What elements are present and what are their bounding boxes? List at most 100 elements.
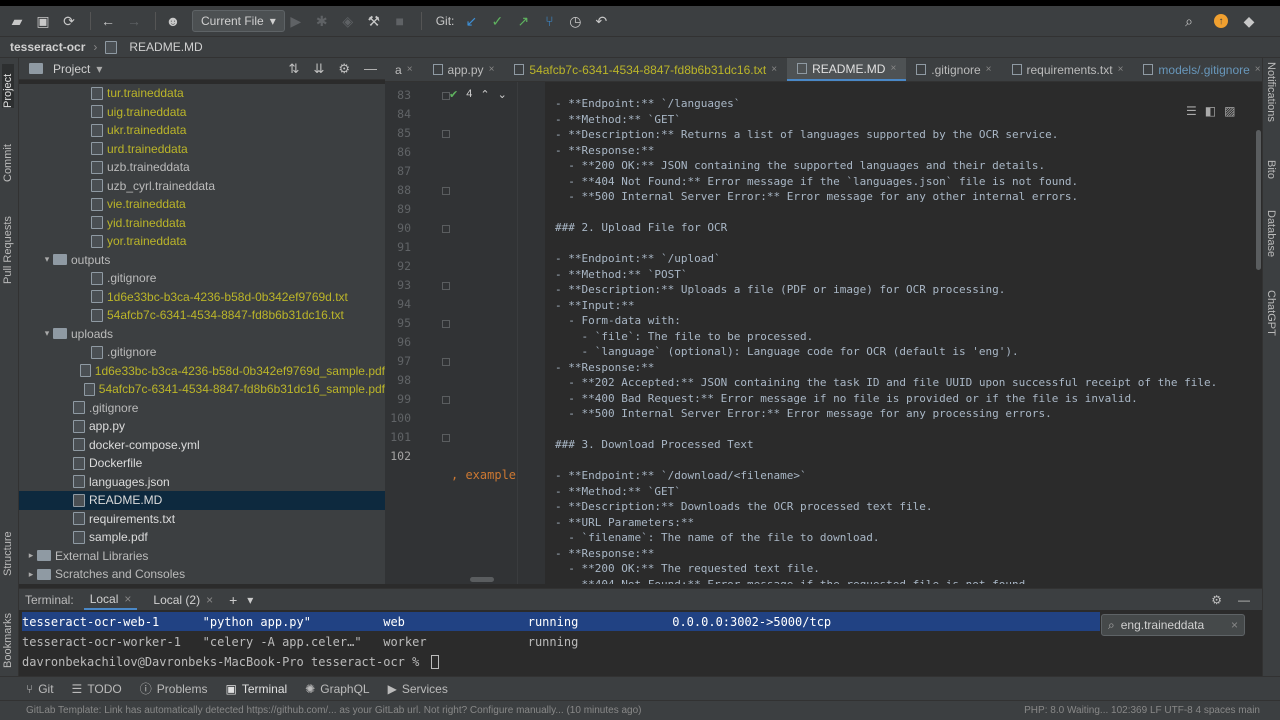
- editor-tab[interactable]: README.MD ×: [787, 58, 907, 81]
- tree-item[interactable]: 1d6e33bc-b3ca-4236-b58d-0b342ef9769d.txt: [19, 288, 385, 307]
- inspection-widget[interactable]: ✔ 4 ⌃ ⌄: [449, 88, 507, 101]
- terminal-output[interactable]: tesseract-ocr-web-1 "python app.py" web …: [19, 610, 1262, 676]
- close-icon[interactable]: ×: [206, 593, 213, 607]
- forward-arrow-icon[interactable]: →: [123, 10, 145, 32]
- close-icon[interactable]: ×: [1255, 64, 1261, 75]
- close-icon[interactable]: ×: [489, 64, 495, 75]
- status-message[interactable]: GitLab Template: Link has automatically …: [26, 705, 642, 716]
- editor-tab[interactable]: requirements.txt ×: [1002, 58, 1134, 81]
- tool-graphql[interactable]: ✺ GraphQL: [305, 682, 369, 696]
- vertical-scrollbar[interactable]: [1256, 130, 1261, 270]
- tool-todo[interactable]: ☰ TODO: [72, 682, 122, 696]
- open-folder-icon[interactable]: ▰: [6, 10, 28, 32]
- tree-item[interactable]: 1d6e33bc-b3ca-4236-b58d-0b342ef9769d_sam…: [19, 362, 385, 381]
- close-icon[interactable]: ×: [407, 64, 413, 75]
- tree-item[interactable]: .gitignore: [19, 269, 385, 288]
- chevron-right-icon[interactable]: ▸: [25, 569, 37, 580]
- save-all-icon[interactable]: ▣: [32, 10, 54, 32]
- fold-marker-icon[interactable]: [442, 320, 450, 328]
- tool-tab-notifications[interactable]: Notifications: [1265, 62, 1277, 142]
- fold-marker-icon[interactable]: [442, 434, 450, 442]
- tool-tab-chatgpt[interactable]: ChatGPT: [1265, 290, 1277, 350]
- tree-item[interactable]: sample.pdf: [19, 528, 385, 547]
- tool-terminal[interactable]: ▣ Terminal: [225, 682, 287, 696]
- tool-git[interactable]: ⑂ Git: [26, 682, 54, 696]
- tool-tab-pull-requests[interactable]: Pull Requests: [2, 204, 14, 284]
- editor-only-icon[interactable]: ☰: [1186, 104, 1197, 118]
- tree-item[interactable]: uzb_cyrl.traineddata: [19, 177, 385, 196]
- tree-item[interactable]: .gitignore: [19, 343, 385, 362]
- tree-item[interactable]: README.MD: [19, 491, 385, 510]
- terminal-search-field[interactable]: ⌕ eng.traineddata ×: [1101, 614, 1245, 636]
- search-icon[interactable]: ⌕: [1178, 10, 1200, 32]
- tree-folder[interactable]: ▾ uploads: [19, 325, 385, 344]
- breadcrumb-project[interactable]: tesseract-ocr: [10, 40, 85, 54]
- chevron-down-icon[interactable]: ▾: [96, 62, 102, 76]
- rollback-icon[interactable]: ↶: [590, 10, 612, 32]
- tree-item[interactable]: app.py: [19, 417, 385, 436]
- history-icon[interactable]: ◷: [564, 10, 586, 32]
- chevron-down-icon[interactable]: ▾: [247, 593, 253, 607]
- run-icon[interactable]: ▶: [285, 10, 307, 32]
- split-view-icon[interactable]: ◧: [1205, 104, 1216, 118]
- git-branch-icon[interactable]: ⑂: [538, 10, 560, 32]
- close-icon[interactable]: ×: [890, 63, 896, 74]
- tree-item[interactable]: ▸ External Libraries: [19, 547, 385, 566]
- chevron-up-icon[interactable]: ⌃: [480, 88, 489, 101]
- tree-item[interactable]: docker-compose.yml: [19, 436, 385, 455]
- horizontal-scrollbar[interactable]: [470, 577, 494, 582]
- tree-item[interactable]: tur.traineddata: [19, 84, 385, 103]
- git-push-icon[interactable]: ↗: [512, 10, 534, 32]
- tool-tab-bookmarks[interactable]: Bookmarks: [2, 598, 14, 668]
- hide-icon[interactable]: —: [364, 61, 377, 77]
- build-icon[interactable]: ⚒: [363, 10, 385, 32]
- close-icon[interactable]: ×: [124, 592, 131, 606]
- fold-marker-icon[interactable]: [442, 187, 450, 195]
- collapse-all-icon[interactable]: ⇊: [313, 61, 324, 77]
- editor-tab[interactable]: app.py ×: [423, 58, 505, 81]
- expand-all-icon[interactable]: ⇅: [289, 61, 300, 77]
- gear-icon[interactable]: ⚙: [338, 61, 350, 77]
- tool-tab-bito[interactable]: Bito: [1265, 160, 1277, 196]
- tree-folder[interactable]: ▾ outputs: [19, 251, 385, 270]
- tree-item[interactable]: requirements.txt: [19, 510, 385, 529]
- editor-tab[interactable]: models/.gitignore ×: [1133, 58, 1262, 81]
- close-icon[interactable]: ×: [771, 64, 777, 75]
- ide-logo-icon[interactable]: ◆: [1238, 10, 1260, 32]
- tree-item[interactable]: Dockerfile: [19, 454, 385, 473]
- tool-problems[interactable]: ⓘ Problems: [140, 680, 208, 697]
- tool-tab-project[interactable]: Project: [2, 64, 14, 108]
- hide-icon[interactable]: —: [1238, 593, 1250, 607]
- stop-icon[interactable]: ■: [389, 10, 411, 32]
- preview-only-icon[interactable]: ▨: [1224, 104, 1235, 118]
- tree-item[interactable]: urd.traineddata: [19, 140, 385, 159]
- tree-item[interactable]: uzb.traineddata: [19, 158, 385, 177]
- close-icon[interactable]: ×: [986, 64, 992, 75]
- tree-item[interactable]: uig.traineddata: [19, 103, 385, 122]
- update-badge-icon[interactable]: ↑: [1214, 14, 1228, 28]
- tree-item[interactable]: .gitignore: [19, 399, 385, 418]
- status-right[interactable]: PHP: 8.0 Waiting... 102:369 LF UTF-8 4 s…: [1024, 705, 1280, 716]
- chevron-right-icon[interactable]: ▸: [25, 550, 37, 561]
- tree-item[interactable]: yor.traineddata: [19, 232, 385, 251]
- fold-marker-icon[interactable]: [442, 396, 450, 404]
- git-commit-icon[interactable]: ✓: [486, 10, 508, 32]
- coverage-icon[interactable]: ◈: [337, 10, 359, 32]
- terminal-prompt-line[interactable]: davronbekachilov@Davronbeks-MacBook-Pro …: [22, 652, 1102, 671]
- user-icon[interactable]: ☻: [162, 10, 184, 32]
- terminal-tab-local-2[interactable]: Local (2) ×: [147, 591, 219, 609]
- chevron-down-icon[interactable]: ⌄: [498, 88, 507, 101]
- gear-icon[interactable]: ⚙: [1211, 593, 1222, 607]
- project-panel-title[interactable]: Project: [53, 62, 90, 76]
- tree-item[interactable]: ukr.traineddata: [19, 121, 385, 140]
- add-icon[interactable]: +: [229, 592, 237, 608]
- editor-tab[interactable]: .gitignore ×: [906, 58, 1001, 81]
- close-icon[interactable]: ×: [1231, 618, 1238, 632]
- tool-services[interactable]: ▶ Services: [388, 682, 448, 696]
- tool-tab-commit[interactable]: Commit: [2, 132, 14, 182]
- chevron-down-icon[interactable]: ▾: [41, 328, 53, 339]
- debug-icon[interactable]: ✱: [311, 10, 333, 32]
- editor-tab[interactable]: a ×: [385, 58, 423, 81]
- git-update-icon[interactable]: ↙: [460, 10, 482, 32]
- back-arrow-icon[interactable]: ←: [97, 10, 119, 32]
